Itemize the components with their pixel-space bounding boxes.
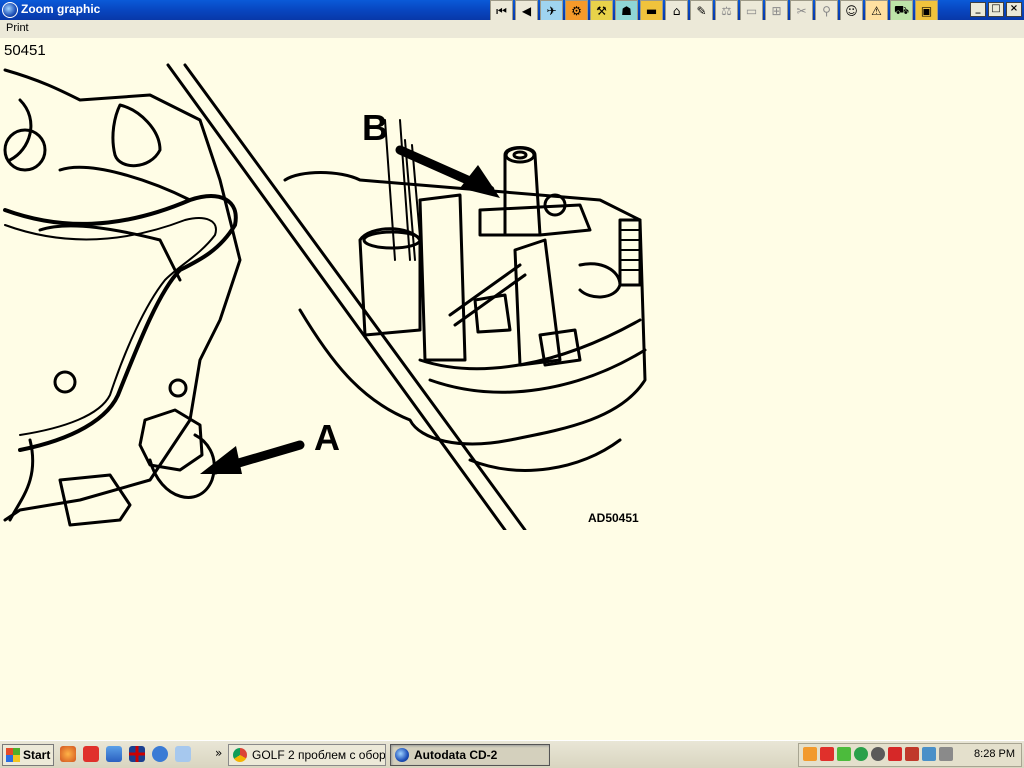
uk-flag-icon[interactable] [129, 746, 145, 762]
previous-button[interactable]: ◀ [515, 0, 538, 22]
tool-9-button[interactable]: ▭ [740, 0, 763, 22]
system-tray: 8:28 PM [798, 743, 1022, 767]
tray-check-icon[interactable] [837, 747, 851, 761]
puzzle-icon[interactable] [83, 746, 99, 762]
tray-volume-icon[interactable] [939, 747, 953, 761]
tool-11-button[interactable]: ✂ [790, 0, 813, 22]
tool-12-button[interactable]: ⚲ [815, 0, 838, 22]
autodata-app-icon[interactable] [2, 2, 18, 18]
menu-print[interactable]: Print [6, 22, 29, 34]
tool-1-button[interactable]: ✈ [540, 0, 563, 22]
label-b: B [362, 107, 388, 148]
tool-13-button[interactable]: ☺ [840, 0, 863, 22]
window-controls: _ □ × [968, 2, 1022, 17]
browser-icon[interactable] [152, 746, 168, 762]
tool-15-button[interactable]: ⛟ [890, 0, 913, 22]
tool-2-button[interactable]: ⚙ [565, 0, 588, 22]
quick-launch [60, 746, 198, 762]
tray-monitor-icon[interactable] [922, 747, 936, 761]
graphic-view: 50451 B A AD50451 [0, 38, 1024, 740]
taskbar-item-label: GOLF 2 проблем с обор... [252, 748, 386, 762]
maximize-button[interactable]: □ [988, 2, 1004, 17]
tray-app-icon[interactable] [803, 747, 817, 761]
figure-reference: AD50451 [588, 511, 639, 525]
tool-10-button[interactable]: ⊞ [765, 0, 788, 22]
title-bar: Zoom graphic ⏮ ◀ ✈ ⚙ ⚒ ☗ ▬ ⌂ ✎ ⚖ ▭ ⊞ ✂ ⚲… [0, 0, 1024, 22]
paint-icon[interactable] [106, 746, 122, 762]
tray-tool-icon[interactable] [905, 747, 919, 761]
notepad-icon[interactable] [175, 746, 191, 762]
taskbar-item-chrome[interactable]: GOLF 2 проблем с обор... [228, 744, 386, 766]
carburettor-illustration: B A AD50451 [3, 63, 647, 530]
start-button[interactable]: Start [2, 744, 54, 766]
first-page-button[interactable]: ⏮ [490, 0, 513, 22]
menu-bar: Print [0, 20, 1024, 39]
tray-security-icon[interactable] [820, 747, 834, 761]
tool-7-button[interactable]: ✎ [690, 0, 713, 22]
tool-5-button[interactable]: ▬ [640, 0, 663, 22]
tool-4-button[interactable]: ☗ [615, 0, 638, 22]
chrome-icon [233, 748, 247, 762]
tool-6-button[interactable]: ⌂ [665, 0, 688, 22]
taskbar: Start » GOLF 2 проблем с обор... Autodat… [0, 740, 1024, 768]
clock: 8:28 PM [974, 748, 1015, 760]
window-title: Zoom graphic [21, 2, 101, 16]
firefox-icon[interactable] [60, 746, 76, 762]
tray-update-icon[interactable] [854, 747, 868, 761]
close-button[interactable]: × [1006, 2, 1022, 17]
tool-3-button[interactable]: ⚒ [590, 0, 613, 22]
start-label: Start [23, 748, 51, 762]
tool-8-button[interactable]: ⚖ [715, 0, 738, 22]
minimize-button[interactable]: _ [970, 2, 986, 17]
tool-16-button[interactable]: ▣ [915, 0, 938, 22]
windows-flag-icon [6, 748, 20, 762]
autodata-icon [395, 748, 409, 762]
tray-antivirus-icon[interactable] [888, 747, 902, 761]
taskbar-item-label: Autodata CD-2 [414, 748, 498, 762]
tool-14-button[interactable]: ⚠ [865, 0, 888, 22]
quick-launch-chevron[interactable]: » [215, 746, 222, 760]
diagram-number: 50451 [4, 42, 46, 59]
label-a: A [314, 417, 340, 458]
tray-network-icon[interactable] [871, 747, 885, 761]
taskbar-item-autodata[interactable]: Autodata CD-2 [390, 744, 550, 766]
